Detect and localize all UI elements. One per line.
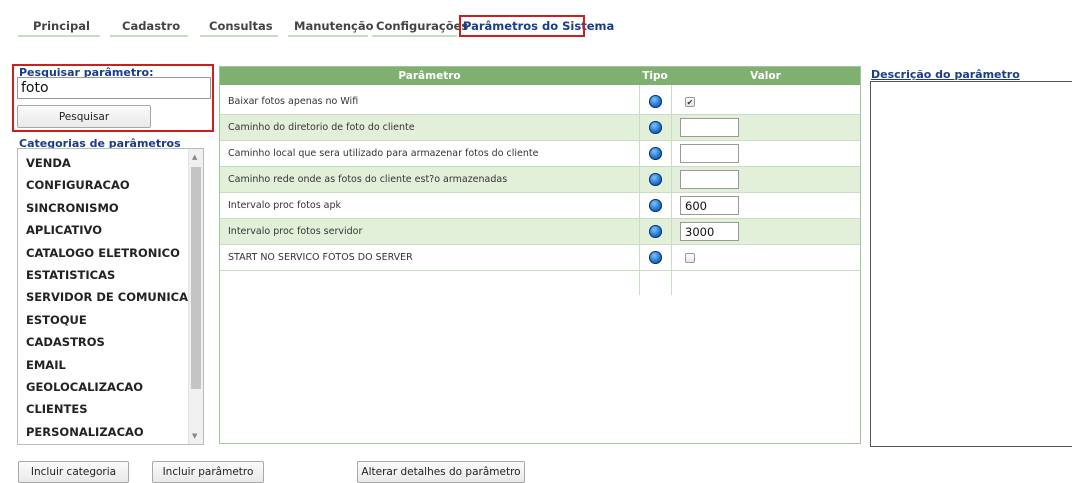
- parameter-name: Baixar fotos apenas no Wifi: [228, 96, 359, 107]
- include-category-button[interactable]: Incluir categoria: [18, 461, 129, 483]
- column-divider: [671, 85, 672, 295]
- nav-underline: [288, 35, 368, 37]
- nav-underline: [200, 35, 278, 37]
- category-item[interactable]: PERSONALIZACAO: [26, 425, 144, 439]
- parameter-name: Caminho do diretorio de foto do cliente: [228, 122, 415, 133]
- value-input[interactable]: [680, 144, 739, 163]
- parameters-table: Parâmetro Tipo Valor Baixar fotos apenas…: [219, 66, 861, 444]
- category-item[interactable]: ESTATISTICAS: [26, 268, 115, 282]
- parameter-name: Intervalo proc fotos apk: [228, 200, 342, 211]
- table-row[interactable]: Caminho do diretorio de foto do cliente: [220, 115, 860, 141]
- category-item[interactable]: GEOLOCALIZACAO: [26, 380, 143, 394]
- categories-list[interactable]: VENDA CONFIGURACAO SINCRONISMO APLICATIV…: [17, 148, 204, 445]
- column-header-valor: Valor: [750, 70, 781, 82]
- table-row[interactable]: Intervalo proc fotos apk: [220, 193, 860, 219]
- include-parameter-button[interactable]: Incluir parâmetro: [152, 461, 264, 483]
- nav-underline: [110, 35, 188, 37]
- search-input[interactable]: [17, 77, 211, 99]
- categories-scrollbar[interactable]: ▲ ▼: [188, 149, 203, 444]
- category-item[interactable]: SERVIDOR DE COMUNICACAO: [26, 290, 203, 304]
- active-tab-highlight: [459, 15, 585, 37]
- scroll-thumb[interactable]: [191, 167, 201, 389]
- parameter-name: START NO SERVICO FOTOS DO SERVER: [228, 252, 413, 263]
- value-input[interactable]: [680, 222, 739, 241]
- category-item[interactable]: CLIENTES: [26, 402, 88, 416]
- category-item[interactable]: VENDA: [26, 156, 71, 170]
- category-item[interactable]: EMAIL: [26, 358, 66, 372]
- nav-underline: [18, 35, 100, 37]
- nav-principal[interactable]: Principal: [33, 19, 90, 33]
- value-input[interactable]: [680, 170, 739, 189]
- nav-manutencao[interactable]: Manutenção: [294, 19, 374, 33]
- category-item[interactable]: SINCRONISMO: [26, 201, 119, 215]
- table-row[interactable]: Caminho rede onde as fotos do cliente es…: [220, 167, 860, 193]
- category-item[interactable]: CATALOGO ELETRONICO: [26, 246, 180, 260]
- globe-icon: [649, 225, 662, 238]
- category-item[interactable]: CONFIGURACAO: [26, 178, 130, 192]
- value-checkbox[interactable]: ✔: [685, 97, 695, 107]
- value-input[interactable]: [680, 196, 739, 215]
- category-item[interactable]: CADASTROS: [26, 335, 105, 349]
- scroll-up-icon[interactable]: ▲: [192, 153, 197, 161]
- category-item[interactable]: ESTOQUE: [26, 313, 87, 327]
- parameter-name: Caminho local que sera utilizado para ar…: [228, 148, 539, 159]
- globe-icon: [649, 121, 662, 134]
- column-header-tipo: Tipo: [642, 70, 668, 82]
- description-textarea[interactable]: [870, 81, 1072, 447]
- parameter-name: Intervalo proc fotos servidor: [228, 226, 363, 237]
- nav-configuracoes[interactable]: Configurações: [376, 19, 468, 33]
- globe-icon: [649, 147, 662, 160]
- globe-icon: [649, 173, 662, 186]
- globe-icon: [649, 95, 662, 108]
- description-label: Descrição do parâmetro: [871, 68, 1020, 81]
- value-input[interactable]: [680, 118, 739, 137]
- search-button[interactable]: Pesquisar: [17, 105, 151, 128]
- alter-parameter-details-button[interactable]: Alterar detalhes do parâmetro: [357, 461, 525, 483]
- table-row[interactable]: Intervalo proc fotos servidor: [220, 219, 860, 245]
- table-header: Parâmetro Tipo Valor: [220, 67, 860, 85]
- category-item[interactable]: APLICATIVO: [26, 223, 102, 237]
- globe-icon: [649, 199, 662, 212]
- parameter-name: Caminho rede onde as fotos do cliente es…: [228, 174, 508, 185]
- column-header-parametro: Parâmetro: [398, 70, 461, 82]
- nav-underline: [372, 35, 457, 37]
- column-divider: [639, 85, 640, 295]
- nav-consultas[interactable]: Consultas: [209, 19, 273, 33]
- nav-cadastro[interactable]: Cadastro: [122, 19, 180, 33]
- scroll-down-icon[interactable]: ▼: [192, 432, 197, 440]
- table-row[interactable]: Caminho local que sera utilizado para ar…: [220, 141, 860, 167]
- value-checkbox[interactable]: [685, 253, 695, 263]
- globe-icon: [649, 251, 662, 264]
- table-row[interactable]: START NO SERVICO FOTOS DO SERVER: [220, 245, 860, 271]
- table-row[interactable]: Baixar fotos apenas no Wifi ✔: [220, 89, 860, 115]
